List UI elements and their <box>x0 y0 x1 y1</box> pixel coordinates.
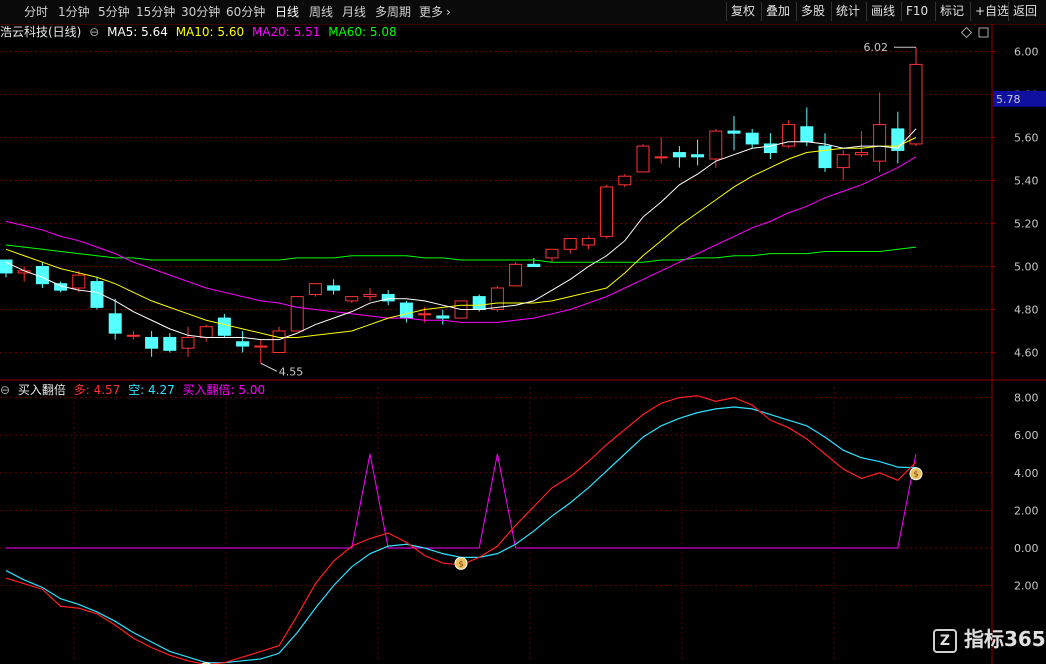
candle-body <box>163 336 177 351</box>
candle-body <box>545 248 559 259</box>
candle-body <box>217 317 231 336</box>
high-price-label: 6.02 <box>864 41 889 54</box>
candle-body <box>199 326 213 338</box>
indicator-tick-label: 0.00 <box>1014 542 1039 555</box>
price-tick-label: 5.00 <box>1014 261 1039 274</box>
candle-body <box>873 124 887 162</box>
price-tick-label: 5.40 <box>1014 175 1039 188</box>
long-line <box>5 395 917 664</box>
buy-signal-glyph: $ <box>913 470 918 479</box>
watermark-text: 指标365 <box>963 627 1046 651</box>
indicator-tick-label: 6.00 <box>1014 429 1039 442</box>
chart-canvas[interactable]: 6.005.805.605.405.205.004.804.608.006.00… <box>0 0 1046 664</box>
candle-body <box>0 259 13 274</box>
candle-body <box>490 287 504 310</box>
candle-body <box>436 315 450 319</box>
candle-body <box>509 263 523 287</box>
current-price-label: 5.78 <box>996 93 1021 106</box>
candle-body <box>727 130 741 134</box>
candle-body <box>126 334 140 337</box>
candle-body <box>236 341 250 347</box>
diamond-icon <box>960 26 973 39</box>
low-price-label: 4.55 <box>279 365 304 378</box>
candle-body <box>618 175 632 186</box>
candle-body <box>745 132 759 145</box>
candle-body <box>691 154 705 158</box>
candle-body <box>563 238 577 250</box>
price-tick-label: 5.20 <box>1014 218 1039 231</box>
candle-body <box>308 283 322 295</box>
candle-body <box>35 266 49 285</box>
candle-body <box>327 285 341 291</box>
candle-body <box>818 145 832 169</box>
candle-body <box>891 128 905 151</box>
candle-body <box>581 238 595 246</box>
signal-line <box>6 453 917 549</box>
candle-body <box>654 156 668 159</box>
price-tick-label: 4.60 <box>1014 347 1039 360</box>
candle-body <box>800 126 814 143</box>
price-tick-label: 5.60 <box>1014 132 1039 145</box>
candle-body <box>418 313 432 316</box>
price-tick-label: 4.80 <box>1014 304 1039 317</box>
indicator-tick-label: 2.00 <box>1014 580 1039 593</box>
indicator-tick-label: 8.00 <box>1014 392 1039 405</box>
buy-signal-glyph: $ <box>458 559 463 568</box>
ma20-line <box>5 156 917 323</box>
candle-body <box>145 336 159 349</box>
candle-body <box>672 152 686 158</box>
candle-body <box>254 345 268 348</box>
square-icon <box>978 27 989 38</box>
candle-body <box>272 330 286 353</box>
candle-body <box>472 296 486 311</box>
candle-body <box>108 313 122 334</box>
candle-body <box>854 152 868 156</box>
candle-body <box>181 336 195 349</box>
logo-icon: Z <box>933 628 957 653</box>
candle-body <box>909 63 923 145</box>
candle-body <box>527 263 541 268</box>
candle-body <box>345 296 359 302</box>
candle-body <box>836 154 850 169</box>
indicator-tick-label: 2.00 <box>1014 504 1039 517</box>
candle-body <box>636 145 650 173</box>
candle-body <box>600 186 614 237</box>
ma60-line <box>5 244 917 263</box>
watermark: Z 指标365 <box>933 626 1046 653</box>
candle-body <box>363 293 377 298</box>
indicator-tick-label: 4.00 <box>1014 467 1039 480</box>
candle-body <box>72 274 86 289</box>
candle-body <box>709 130 723 160</box>
low-pointer-line <box>260 362 278 372</box>
candle-body <box>399 302 413 319</box>
price-tick-label: 6.00 <box>1014 46 1039 59</box>
candle-body <box>290 296 304 332</box>
short-line <box>5 406 917 664</box>
